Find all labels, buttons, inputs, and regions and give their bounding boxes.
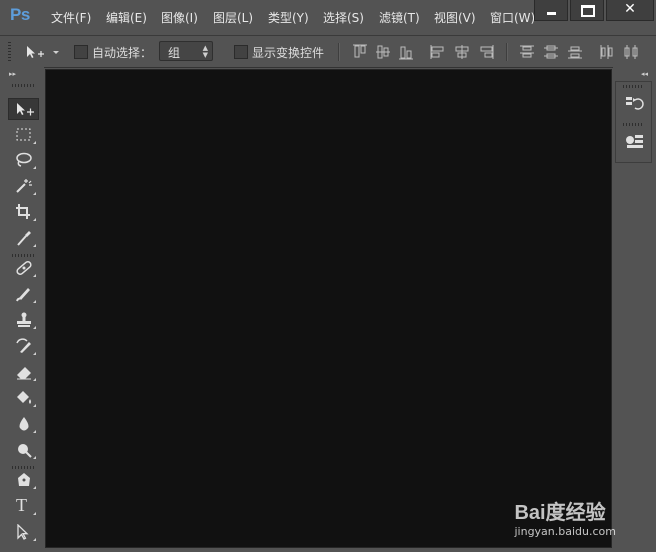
auto-select-checkbox[interactable] [74,45,88,59]
stepper-arrows-icon: ▲ ▼ [202,44,208,59]
align-right-edges-icon[interactable] [477,43,495,61]
menu-file[interactable]: 文件(F) [51,9,91,26]
auto-select-target-dropdown[interactable]: 组 ▲ ▼ [159,41,213,61]
eyedropper-icon [17,231,31,246]
menu-window[interactable]: 窗口(W) [490,9,535,26]
right-panel-dock: ◂◂ [613,67,656,552]
document-canvas[interactable] [45,69,612,548]
maximize-button[interactable] [570,0,604,21]
stamp-icon [17,312,31,327]
crop-icon [16,204,30,219]
menu-type[interactable]: 类型(Y) [268,9,309,26]
move-tool-preset-icon [27,46,59,58]
show-transform-checkbox[interactable] [234,45,248,59]
type-tool[interactable]: T [8,495,39,517]
water-drop-icon [19,417,29,431]
divider [338,43,340,61]
divider [506,43,508,61]
marquee-tool[interactable] [8,124,39,146]
brush-tool[interactable] [8,283,39,305]
lasso-icon [16,152,32,167]
options-bar-grip[interactable] [8,42,11,62]
paint-bucket-tool[interactable] [8,387,39,409]
crop-tool[interactable] [8,201,39,223]
history-panel-button[interactable] [622,92,646,114]
bandage-icon [16,261,32,275]
path-selection-icon [17,524,29,540]
auto-select-label: 自动选择： [92,46,153,60]
menu-edit[interactable]: 编辑(E) [106,9,147,26]
path-selection-tool[interactable] [8,521,39,543]
window-controls: ✕ [532,0,654,21]
menu-image[interactable]: 图像(I) [161,9,198,26]
pen-tool[interactable] [8,469,39,491]
chevron-down-icon [53,51,59,54]
collapsed-panel-group [615,81,652,163]
distribute-left-edges-icon[interactable] [598,43,616,61]
menu-layer[interactable]: 图层(L) [213,9,253,26]
tools-panel: ▸▸ T [0,67,44,552]
tool-preset-picker[interactable] [24,42,60,62]
distribute-horizontal-centers-icon[interactable] [622,43,640,61]
move-tool[interactable] [8,98,39,120]
eyedropper-tool[interactable] [8,227,39,249]
align-top-edges-icon[interactable] [351,43,369,61]
collapse-panel-icon[interactable]: ▸▸ [9,70,16,78]
distribute-top-edges-icon[interactable] [518,43,536,61]
show-transform-label: 显示变换控件 [252,46,325,60]
menu-select[interactable]: 选择(S) [323,9,364,26]
watermark-url: jingyan.baidu.com [514,525,616,538]
close-icon: ✕ [624,1,636,17]
align-left-edges-icon[interactable] [429,43,447,61]
tools-panel-grip[interactable] [12,84,34,87]
menu-bar: Ps 文件(F) 编辑(E) 图像(I) 图层(L) 类型(Y) 选择(S) 滤… [0,0,656,34]
blur-tool[interactable] [8,413,39,435]
app-logo: Ps [10,5,30,24]
history-brush-tool[interactable] [8,335,39,357]
rectangular-marquee-icon [16,128,31,141]
eraser-icon [17,367,31,380]
healing-brush-tool[interactable] [8,257,39,279]
distribute-bottom-edges-icon[interactable] [566,43,584,61]
menu-view[interactable]: 视图(V) [434,9,476,26]
clone-stamp-tool[interactable] [8,309,39,331]
distribute-vertical-centers-icon[interactable] [542,43,560,61]
panel-group-grip[interactable] [623,85,643,88]
align-vertical-centers-icon[interactable] [374,43,392,61]
history-icon [626,97,644,110]
brush-icon [16,288,30,302]
magic-wand-tool[interactable] [8,175,39,197]
dodge-tool[interactable] [8,439,39,461]
properties-panel-button[interactable] [622,130,646,152]
type-icon: T [16,495,27,515]
watermark-logo-text: Bai度经验 [514,502,606,524]
auto-select-target-value: 组 [168,46,181,60]
lasso-tool[interactable] [8,149,39,171]
properties-icon [626,135,643,148]
pen-icon [18,473,30,486]
paint-bucket-icon [17,391,31,404]
close-button[interactable]: ✕ [606,0,654,21]
eraser-tool[interactable] [8,361,39,383]
menu-filter[interactable]: 滤镜(T) [379,9,420,26]
expand-panels-icon[interactable]: ◂◂ [641,70,648,78]
magic-wand-icon [16,179,32,193]
minimize-button[interactable] [534,0,568,21]
history-brush-icon [16,338,31,353]
align-bottom-edges-icon[interactable] [397,43,415,61]
watermark: Bai度经验 jingyan.baidu.com [514,496,616,538]
align-horizontal-centers-icon[interactable] [453,43,471,61]
options-bar: 自动选择： 组 ▲ ▼ 显示变换控件 [0,35,656,68]
move-icon [17,103,34,116]
dodge-icon [18,444,32,458]
panel-group-grip[interactable] [623,123,643,126]
